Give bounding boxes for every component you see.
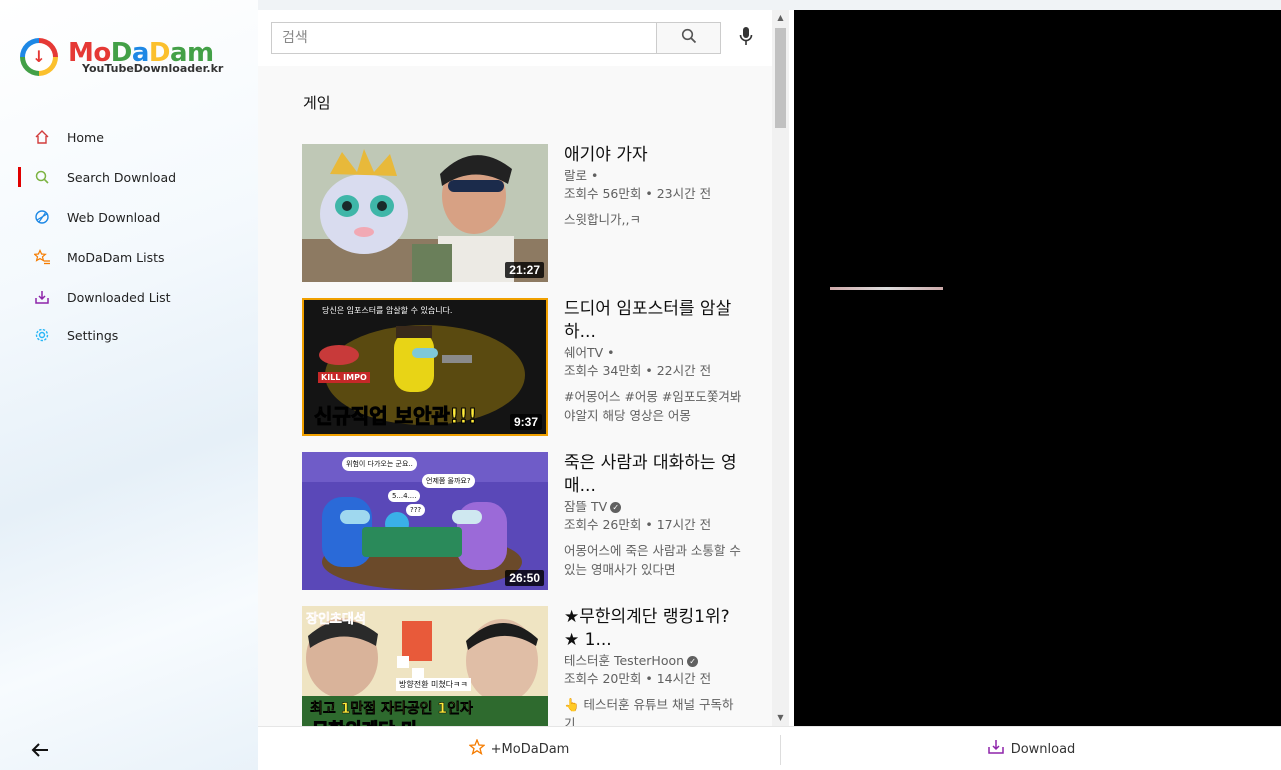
results-scrollbar[interactable]: ▲ ▼ bbox=[772, 10, 789, 726]
speech-bubble: ??? bbox=[406, 504, 426, 516]
video-list: 21:27 애기야 가자 랄로 • 조회수 56만회 • 23시간 전 스윗합니… bbox=[302, 144, 762, 726]
video-duration: 26:50 bbox=[505, 570, 544, 586]
video-meta: 조회수 56만회 • 23시간 전 bbox=[564, 186, 712, 201]
speech-bubble: 위험이 다가오는 군요.. bbox=[342, 457, 417, 471]
download-tray-icon bbox=[987, 739, 1005, 759]
thumbnail-caption: 당신은 임포스터를 암살할 수 있습니다. bbox=[322, 306, 453, 315]
video-meta: 조회수 34만회 • 22시간 전 bbox=[564, 363, 712, 378]
verified-badge-icon: ✓ bbox=[610, 502, 622, 513]
scrollbar-thumb[interactable] bbox=[775, 28, 786, 128]
video-duration: 9:37 bbox=[509, 414, 542, 430]
video-item[interactable]: 위험이 다가오는 군요.. 언제쯤 올까요? 5...4.... ??? 26:… bbox=[302, 452, 762, 606]
download-tray-icon bbox=[34, 289, 50, 305]
video-title[interactable]: 애기야 가자 bbox=[564, 144, 744, 167]
video-item[interactable]: 21:27 애기야 가자 랄로 • 조회수 56만회 • 23시간 전 스윗합니… bbox=[302, 144, 762, 298]
thumbnail-tag: KILL IMPO bbox=[318, 372, 370, 383]
thumbnail-caption: 방향전환 미쳤다ㅋㅋ bbox=[396, 678, 471, 691]
video-thumbnail[interactable]: 장인초대석 방향전환 미쳤다ㅋㅋ 최고 1만점 자타공인 1인자 무한의계단 마 bbox=[302, 606, 548, 726]
app-logo: ↓ MoDaDam YouTubeDownloader.kr bbox=[20, 38, 230, 80]
sidebar-item-label: Downloaded List bbox=[67, 289, 171, 305]
thumbnail-headline: 신규직업 보안관!!! bbox=[313, 404, 478, 429]
video-results-panel: 게임 bbox=[258, 10, 788, 726]
logo-download-arrow-icon: ↓ bbox=[32, 47, 46, 66]
mic-button[interactable] bbox=[734, 24, 758, 52]
video-player[interactable] bbox=[794, 10, 1281, 726]
bottom-action-bar: +MoDaDam Download bbox=[258, 726, 1281, 770]
home-icon bbox=[34, 129, 50, 145]
search-bar bbox=[258, 10, 773, 66]
search-button[interactable] bbox=[656, 22, 721, 54]
video-meta: 조회수 26만회 • 17시간 전 bbox=[564, 517, 712, 532]
video-info: 애기야 가자 랄로 • 조회수 56만회 • 23시간 전 스윗합니가,,ㅋ bbox=[564, 144, 744, 229]
search-icon bbox=[34, 169, 50, 185]
video-info: 드디어 임포스터를 암살하... 쉐어TV • 조회수 34만회 • 22시간 … bbox=[564, 298, 744, 425]
video-channel[interactable]: 테스터훈 TesterHoon ✓ bbox=[564, 652, 744, 669]
video-title[interactable]: 죽은 사람과 대화하는 영매... bbox=[564, 452, 744, 498]
video-meta: 조회수 20만회 • 14시간 전 bbox=[564, 671, 712, 686]
sidebar-item-label: Settings bbox=[67, 327, 119, 343]
search-input[interactable] bbox=[271, 22, 657, 54]
speech-bubble: 언제쯤 올까요? bbox=[422, 474, 475, 488]
sidebar-item-settings[interactable]: Settings bbox=[0, 317, 258, 353]
star-list-icon bbox=[33, 249, 50, 265]
video-duration: 21:27 bbox=[505, 262, 544, 278]
sidebar-item-label: MoDaDam Lists bbox=[67, 249, 165, 265]
video-description: 👆 테스터훈 유튜브 채널 구독하기 bbox=[564, 697, 734, 726]
video-description: 스윗합니가,,ㅋ bbox=[564, 212, 641, 227]
video-title[interactable]: ★무한의계단 랭킹1위?★ 1... bbox=[564, 606, 744, 652]
add-modadam-button[interactable]: +MoDaDam bbox=[258, 727, 780, 770]
sidebar-item-web-download[interactable]: Web Download bbox=[0, 197, 258, 237]
star-icon bbox=[467, 738, 486, 759]
video-thumbnail[interactable]: 위험이 다가오는 군요.. 언제쯤 올까요? 5...4.... ??? 26:… bbox=[302, 452, 548, 590]
video-channel[interactable]: 랄로 • bbox=[564, 167, 744, 184]
sidebar-nav: Home Search Download Web Download MoDaDa… bbox=[0, 117, 258, 353]
sidebar-item-downloaded-list[interactable]: Downloaded List bbox=[0, 277, 258, 317]
download-label: Download bbox=[1010, 741, 1076, 757]
download-button[interactable]: Download bbox=[781, 727, 1281, 770]
sidebar: ↓ MoDaDam YouTubeDownloader.kr Home Sear… bbox=[0, 0, 258, 770]
microphone-icon bbox=[739, 26, 753, 50]
sidebar-item-search-download[interactable]: Search Download bbox=[0, 157, 258, 197]
search-icon bbox=[681, 28, 697, 48]
section-title: 게임 bbox=[303, 94, 331, 112]
sidebar-item-modadam-lists[interactable]: MoDaDam Lists bbox=[0, 237, 258, 277]
gear-icon bbox=[34, 327, 50, 343]
sidebar-item-home[interactable]: Home bbox=[0, 117, 258, 157]
video-channel[interactable]: 쉐어TV • bbox=[564, 344, 744, 361]
video-item[interactable]: 당신은 임포스터를 암살할 수 있습니다. KILL IMPO 신규직업 보안관… bbox=[302, 298, 762, 452]
sidebar-item-label: Web Download bbox=[67, 209, 161, 225]
scroll-down-arrow-icon[interactable]: ▼ bbox=[776, 713, 785, 723]
sidebar-item-label: Home bbox=[67, 129, 104, 145]
player-loading-bar bbox=[830, 287, 943, 290]
video-thumbnail[interactable]: 당신은 임포스터를 암살할 수 있습니다. KILL IMPO 신규직업 보안관… bbox=[302, 298, 548, 436]
thumbnail-label: 장인초대석 bbox=[306, 612, 366, 628]
back-arrow-icon[interactable] bbox=[30, 740, 50, 766]
globe-icon bbox=[34, 209, 50, 225]
thumbnail-headline: 최고 1만점 자타공인 1인자 bbox=[310, 701, 473, 718]
video-info: ★무한의계단 랭킹1위?★ 1... 테스터훈 TesterHoon ✓ 조회수 … bbox=[564, 606, 744, 726]
video-thumbnail[interactable]: 21:27 bbox=[302, 144, 548, 282]
sidebar-item-label: Search Download bbox=[67, 169, 177, 185]
video-info: 죽은 사람과 대화하는 영매... 잠뜰 TV ✓ 조회수 26만회 • 17시간… bbox=[564, 452, 744, 579]
thumbnail-headline-2: 무한의계단 마 bbox=[312, 716, 419, 727]
video-item[interactable]: 장인초대석 방향전환 미쳤다ㅋㅋ 최고 1만점 자타공인 1인자 무한의계단 마… bbox=[302, 606, 762, 726]
verified-badge-icon: ✓ bbox=[687, 656, 699, 667]
video-description: 어몽어스에 죽은 사람과 소통할 수 있는 영매사가 있다면 bbox=[564, 543, 741, 577]
video-title[interactable]: 드디어 임포스터를 암살하... bbox=[564, 298, 744, 344]
speech-bubble: 5...4.... bbox=[388, 490, 421, 502]
scroll-up-arrow-icon[interactable]: ▲ bbox=[776, 13, 785, 23]
add-modadam-label: +MoDaDam bbox=[490, 741, 570, 757]
logo-subtitle: YouTubeDownloader.kr bbox=[82, 62, 224, 75]
video-channel[interactable]: 잠뜰 TV ✓ bbox=[564, 498, 744, 515]
video-description: #어몽어스 #어몽 #임포도쫓겨봐야알지 해당 영상은 어몽 bbox=[564, 389, 742, 423]
